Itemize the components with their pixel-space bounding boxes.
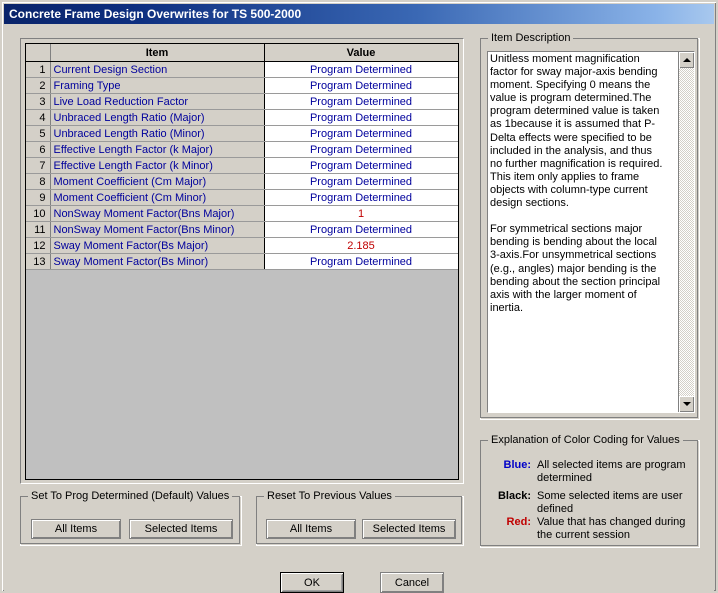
column-header-number[interactable] <box>26 44 51 62</box>
row-item-label[interactable]: NonSway Moment Factor(Bns Major) <box>50 205 265 222</box>
row-value[interactable]: Program Determined <box>264 77 458 94</box>
reset-to-previous-values-group: Reset To Previous Values All Items Selec… <box>256 490 464 546</box>
legend-key-blue: Blue: <box>503 459 532 471</box>
description-scrollbar[interactable] <box>678 52 694 412</box>
legend-row-red: Red: Value that has changed during the c… <box>491 516 693 541</box>
legend-desc-blue: All selected items are program determine… <box>537 459 686 484</box>
table-row[interactable]: 10 NonSway Moment Factor(Bns Major) 1 <box>26 205 458 222</box>
row-number[interactable]: 13 <box>26 253 51 270</box>
set-prog-all-items-button[interactable]: All Items <box>31 519 121 539</box>
row-number[interactable]: 5 <box>26 125 51 142</box>
table-row[interactable]: 1 Current Design Section Program Determine… <box>26 61 458 78</box>
row-item-label[interactable]: NonSway Moment Factor(Bns Minor) <box>50 221 265 238</box>
legend-desc-red: Value that has changed during the curren… <box>537 516 686 541</box>
table-row[interactable]: 5 Unbraced Length Ratio (Minor) Program De… <box>26 125 458 142</box>
item-description-text: Unitless moment magnification factor for… <box>490 53 663 314</box>
row-item-label[interactable]: Framing Type <box>50 77 265 94</box>
row-number[interactable]: 4 <box>26 109 51 126</box>
table-row[interactable]: 7 Effective Length Factor (k Minor) Progra… <box>26 157 458 174</box>
row-number[interactable]: 1 <box>26 61 51 78</box>
table-row[interactable]: 11 NonSway Moment Factor(Bns Minor) Progra… <box>26 221 458 238</box>
table-row[interactable]: 9 Moment Coefficient (Cm Minor) Program De… <box>26 189 458 206</box>
row-value[interactable]: Program Determined <box>264 173 458 190</box>
item-description-textbox[interactable]: Unitless moment magnification factor for… <box>487 51 695 413</box>
scroll-down-button[interactable] <box>679 396 694 412</box>
row-value[interactable]: 2.185 <box>264 237 458 254</box>
set-to-program-determined-legend: Set To Prog Determined (Default) Values <box>28 490 233 502</box>
row-value[interactable]: Program Determined <box>264 253 458 270</box>
row-number[interactable]: 11 <box>26 221 51 238</box>
row-number[interactable]: 2 <box>26 77 51 94</box>
row-item-label[interactable]: Sway Moment Factor(Bs Major) <box>50 237 265 254</box>
legend-desc-black: Some selected items are user defined <box>537 490 683 515</box>
row-value[interactable]: Program Determined <box>264 125 458 142</box>
reset-all-items-button[interactable]: All Items <box>266 519 356 539</box>
table-row[interactable]: 3 Live Load Reduction Factor Program Deter… <box>26 93 458 110</box>
table-row[interactable]: 2 Framing Type Program Determined <box>26 77 458 94</box>
row-item-label[interactable]: Effective Length Factor (k Major) <box>50 141 265 158</box>
dialog-client-area: Item Value 1 Current Design Section Progra… <box>4 24 714 593</box>
legend-key-black: Black: <box>497 490 531 502</box>
legend-row-black: Black: Some selected items are user defi… <box>491 490 693 515</box>
row-item-label[interactable]: Moment Coefficient (Cm Minor) <box>50 189 265 206</box>
table-row[interactable]: 13 Sway Moment Factor(Bs Minor) Program De… <box>26 253 458 270</box>
row-item-label[interactable]: Sway Moment Factor(Bs Minor) <box>50 253 265 270</box>
column-header-item[interactable]: Item <box>50 44 265 62</box>
table-header-row: Item Value <box>26 44 458 62</box>
row-value[interactable]: Program Determined <box>264 93 458 110</box>
row-number[interactable]: 7 <box>26 157 51 174</box>
row-value[interactable]: Program Determined <box>264 61 458 78</box>
overwrites-panel: Item Value 1 Current Design Section Progra… <box>20 38 464 484</box>
row-item-label[interactable]: Effective Length Factor (k Minor) <box>50 157 265 174</box>
row-value[interactable]: Program Determined <box>264 157 458 174</box>
row-value[interactable]: Program Determined <box>264 109 458 126</box>
item-description-legend: Item Description <box>488 32 574 44</box>
ok-button[interactable]: OK <box>280 572 344 593</box>
scroll-up-button[interactable] <box>679 52 694 68</box>
table-body: 1 Current Design Section Program Determine… <box>26 61 458 270</box>
table-row[interactable]: 12 Sway Moment Factor(Bs Major) 2.185 <box>26 237 458 254</box>
row-number[interactable]: 12 <box>26 237 51 254</box>
row-number[interactable]: 10 <box>26 205 51 222</box>
table-row[interactable]: 6 Effective Length Factor (k Major) Progra… <box>26 141 458 158</box>
color-coding-legend: Explanation of Color Coding for Values <box>488 434 683 446</box>
color-coding-group: Explanation of Color Coding for Values B… <box>480 434 700 548</box>
legend-key-red: Red: <box>506 516 531 528</box>
window-title: Concrete Frame Design Overwrites for TS … <box>9 7 302 21</box>
row-value[interactable]: 1 <box>264 205 458 222</box>
table-row[interactable]: 4 Unbraced Length Ratio (Major) Program De… <box>26 109 458 126</box>
table-row[interactable]: 8 Moment Coefficient (Cm Major) Program De… <box>26 173 458 190</box>
row-value[interactable]: Program Determined <box>264 189 458 206</box>
legend-row-blue: Blue: All selected items are program det… <box>491 459 693 484</box>
row-item-label[interactable]: Unbraced Length Ratio (Minor) <box>50 125 265 142</box>
column-header-value[interactable]: Value <box>264 44 458 62</box>
title-bar[interactable]: Concrete Frame Design Overwrites for TS … <box>4 4 714 24</box>
row-number[interactable]: 8 <box>26 173 51 190</box>
row-number[interactable]: 6 <box>26 141 51 158</box>
row-item-label[interactable]: Live Load Reduction Factor <box>50 93 265 110</box>
dialog-window: Concrete Frame Design Overwrites for TS … <box>0 0 718 593</box>
overwrites-table: Item Value 1 Current Design Section Progra… <box>26 44 458 270</box>
row-number[interactable]: 3 <box>26 93 51 110</box>
triangle-up-icon <box>682 58 691 62</box>
set-prog-selected-items-button[interactable]: Selected Items <box>129 519 233 539</box>
reset-selected-items-button[interactable]: Selected Items <box>362 519 456 539</box>
set-to-program-determined-group: Set To Prog Determined (Default) Values … <box>20 490 242 546</box>
cancel-button[interactable]: Cancel <box>380 572 444 593</box>
scrollbar-track[interactable] <box>679 68 694 396</box>
overwrites-grid[interactable]: Item Value 1 Current Design Section Progra… <box>25 43 459 480</box>
row-item-label[interactable]: Unbraced Length Ratio (Major) <box>50 109 265 126</box>
row-value[interactable]: Program Determined <box>264 141 458 158</box>
triangle-down-icon <box>682 402 691 406</box>
row-item-label[interactable]: Current Design Section <box>50 61 265 78</box>
item-description-group: Item Description Unitless moment magnifi… <box>480 32 700 420</box>
row-number[interactable]: 9 <box>26 189 51 206</box>
reset-to-previous-values-legend: Reset To Previous Values <box>264 490 395 502</box>
row-value[interactable]: Program Determined <box>264 221 458 238</box>
row-item-label[interactable]: Moment Coefficient (Cm Major) <box>50 173 265 190</box>
